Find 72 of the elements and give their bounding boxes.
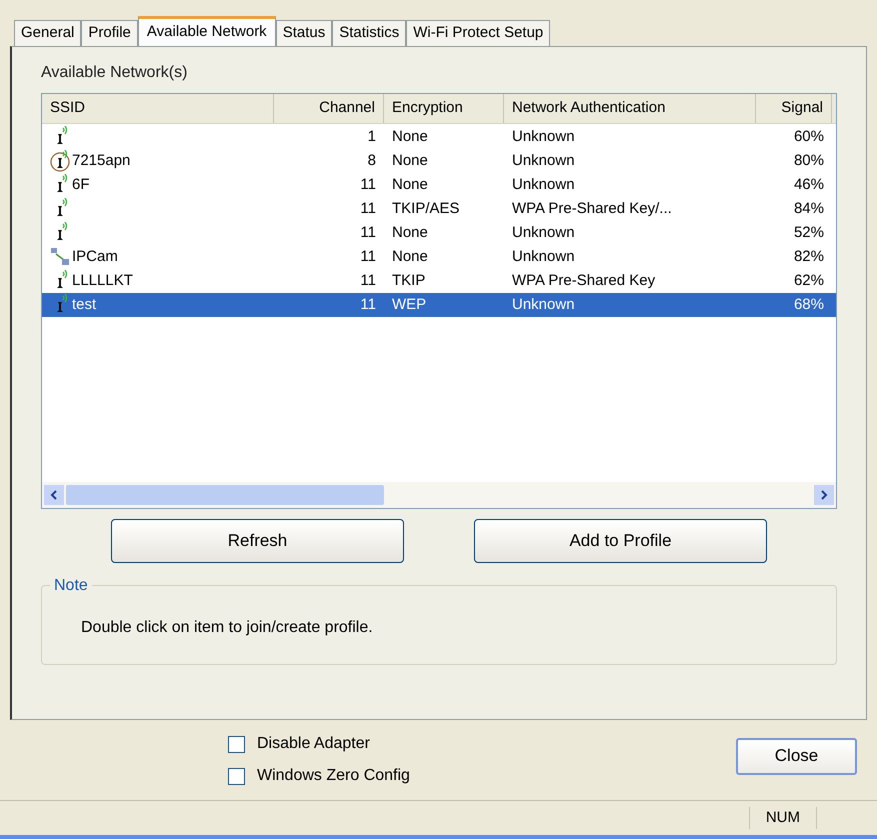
scroll-thumb[interactable] xyxy=(66,485,384,505)
tab[interactable]: Statistics xyxy=(332,20,406,46)
column-header[interactable]: Channel xyxy=(274,94,384,123)
table-cell-text: TKIP/AES xyxy=(392,198,460,219)
table-cell-text: Unknown xyxy=(512,150,575,171)
network-row[interactable]: 1 None Unknown 60% xyxy=(42,125,836,149)
checkbox-label: Disable Adapter xyxy=(257,734,370,754)
table-cell-text: WPA Pre-Shared Key/... xyxy=(512,198,672,219)
table-cell-text: 11 xyxy=(360,294,376,315)
table-cell-text: 1 xyxy=(368,126,376,147)
tab[interactable]: Status xyxy=(276,20,332,46)
table-cell-text: test xyxy=(72,294,96,315)
table-cell-text: WPA Pre-Shared Key xyxy=(512,270,656,291)
table-cell-text: TKIP xyxy=(392,270,426,291)
column-header[interactable]: SSID xyxy=(42,94,274,123)
table-cell-text: None xyxy=(392,150,428,171)
table-cell-text: 11 xyxy=(360,198,376,219)
action-button[interactable]: Refresh xyxy=(111,519,404,563)
table-cell-text: None xyxy=(392,246,428,267)
checkbox[interactable] xyxy=(228,768,245,784)
table-cell-text: Unknown xyxy=(512,174,575,195)
close-button[interactable]: Close xyxy=(736,738,857,774)
table-cell-text: LLLLLKT xyxy=(72,270,133,291)
checkbox-label: Windows Zero Config xyxy=(257,766,410,786)
table-cell-text: None xyxy=(392,222,428,243)
horizontal-scrollbar[interactable] xyxy=(42,482,836,508)
tab[interactable]: General xyxy=(14,20,82,46)
table-cell-text: None xyxy=(392,126,428,147)
table-cell-text: 11 xyxy=(360,174,376,195)
table-cell-text: WEP xyxy=(392,294,426,315)
table-cell-text: 68% xyxy=(794,294,824,315)
table-cell-text: 11 xyxy=(360,270,376,291)
note-text: Double click on item to join/create profile. xyxy=(81,618,373,638)
network-row[interactable]: 6F 11 None Unknown 46% xyxy=(42,173,836,197)
network-row[interactable]: 11 None Unknown 52% xyxy=(42,221,836,245)
network-row[interactable]: 7215apn 8 None Unknown 80% xyxy=(42,149,836,173)
connected-antenna-icon xyxy=(50,150,72,172)
tab[interactable]: Wi-Fi Protect Setup xyxy=(406,20,550,46)
table-cell-text: 52% xyxy=(794,222,824,243)
network-row[interactable]: test 11 WEP Unknown 68% xyxy=(42,293,836,317)
table-cell-text: Unknown xyxy=(512,126,575,147)
table-cell-text: Unknown xyxy=(512,222,575,243)
table-cell-text: Unknown xyxy=(512,246,575,267)
column-header[interactable]: Network Authentication xyxy=(504,94,756,123)
table-cell-text: 11 xyxy=(360,246,376,267)
table-cell-text: 80% xyxy=(794,150,824,171)
tab[interactable]: Profile xyxy=(81,20,138,46)
network-row[interactable]: 11 TKIP/AES WPA Pre-Shared Key/... 84% xyxy=(42,197,836,221)
action-button[interactable]: Add to Profile xyxy=(474,519,767,563)
computers-icon xyxy=(50,247,72,267)
table-cell-text: 6F xyxy=(72,174,90,195)
table-cell-text: 62% xyxy=(794,270,824,291)
network-row[interactable]: IPCam 11 None Unknown 82% xyxy=(42,245,836,269)
group-title: Available Network(s) xyxy=(41,63,188,83)
table-cell-text: IPCam xyxy=(72,246,118,267)
status-indicator: NUM xyxy=(748,806,817,830)
column-header[interactable]: Signal xyxy=(756,94,832,123)
table-cell-text: 8 xyxy=(368,150,376,171)
table-cell-text: 46% xyxy=(794,174,824,195)
table-cell-text: 7215apn xyxy=(72,150,130,171)
table-cell-text: None xyxy=(392,174,428,195)
checkbox[interactable] xyxy=(228,736,245,752)
table-cell-text: Unknown xyxy=(512,294,575,315)
network-row[interactable]: LLLLLKT 11 TKIP WPA Pre-Shared Key 62% xyxy=(42,269,836,293)
scroll-right-icon[interactable] xyxy=(814,485,834,505)
table-cell-text: 11 xyxy=(360,222,376,243)
column-header[interactable]: Encryption xyxy=(384,94,504,123)
tab[interactable]: Available Network xyxy=(138,16,276,46)
table-cell-text: 84% xyxy=(794,198,824,219)
table-cell-text: 82% xyxy=(794,246,824,267)
scroll-left-icon[interactable] xyxy=(44,485,64,505)
table-cell-text: 60% xyxy=(794,126,824,147)
